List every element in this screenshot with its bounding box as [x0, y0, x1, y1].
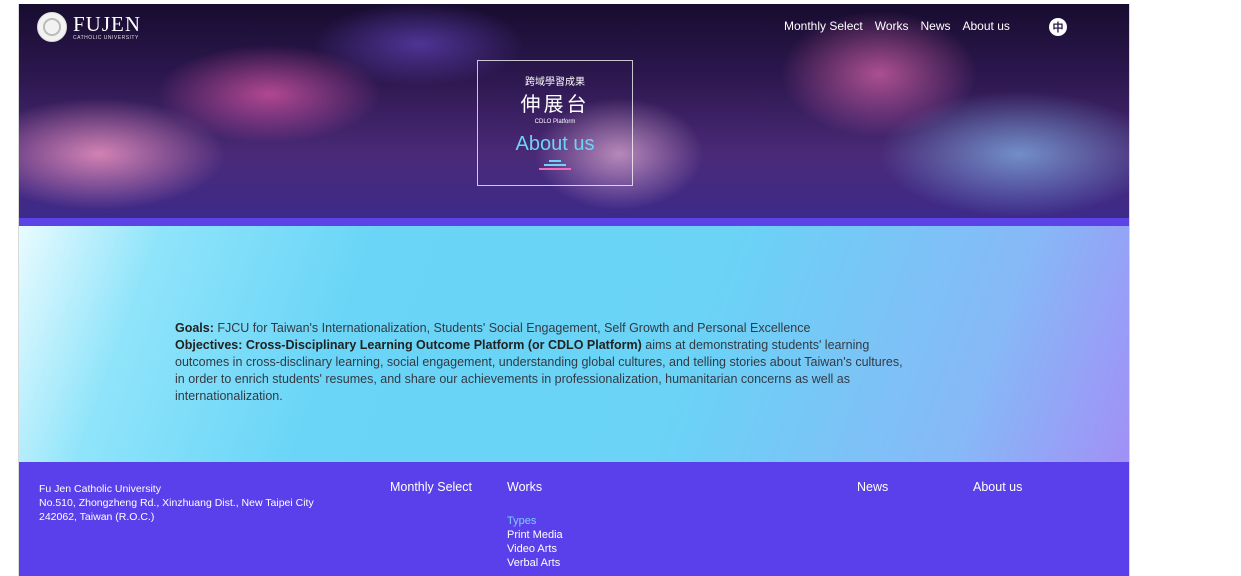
address-line-2: No.510, Zhongzheng Rd., Xinzhuang Dist.,…	[39, 497, 314, 509]
footer: Fu Jen Catholic University No.510, Zhong…	[19, 462, 1129, 576]
objectives-label: Objectives: Cross-Disciplinary Learning …	[175, 338, 642, 352]
footer-monthly-select[interactable]: Monthly Select	[390, 480, 472, 494]
footer-news[interactable]: News	[857, 480, 888, 494]
about-section: Goals: FJCU for Taiwan's Internationaliz…	[19, 226, 1129, 462]
footer-address: Fu Jen Catholic University No.510, Zhong…	[39, 482, 314, 524]
works-category-types[interactable]: Types	[507, 514, 563, 528]
nav-monthly-select[interactable]: Monthly Select	[784, 19, 863, 33]
nav-about-us[interactable]: About us	[963, 19, 1010, 33]
nav-works[interactable]: Works	[875, 19, 909, 33]
main-nav: Monthly Select Works News About us	[784, 19, 1010, 33]
title-big: 伸展台	[520, 92, 590, 116]
nav-news[interactable]: News	[920, 19, 950, 33]
footer-works-list: Types Print Media Video Arts Verbal Arts	[507, 514, 563, 570]
goals-text: FJCU for Taiwan's Internationalization, …	[213, 321, 811, 335]
title-small: 跨域學習成果	[525, 77, 585, 88]
fujen-logo[interactable]: FUJEN CATHOLIC UNIVERSITY	[37, 12, 141, 42]
works-item-verbal-arts[interactable]: Verbal Arts	[507, 556, 563, 570]
hero-divider	[19, 218, 1129, 226]
works-item-video-arts[interactable]: Video Arts	[507, 542, 563, 556]
footer-works[interactable]: Works	[507, 480, 542, 494]
goals-label: Goals:	[175, 321, 214, 335]
about-text: Goals: FJCU for Taiwan's Internationaliz…	[175, 320, 915, 405]
footer-about-us[interactable]: About us	[973, 480, 1022, 494]
university-emblem-icon	[37, 12, 67, 42]
page-frame: FUJEN CATHOLIC UNIVERSITY Monthly Select…	[18, 4, 1130, 576]
language-toggle-button[interactable]: 中	[1049, 18, 1067, 36]
title-english: CDLO Platform	[534, 119, 576, 125]
hero-banner: FUJEN CATHOLIC UNIVERSITY Monthly Select…	[19, 4, 1129, 220]
page-title: About us	[515, 133, 595, 155]
logo-name: FUJEN	[73, 11, 142, 36]
stacked-lines-icon	[536, 160, 574, 170]
address-line-1: Fu Jen Catholic University	[39, 483, 161, 495]
logo-subtitle: CATHOLIC UNIVERSITY	[73, 34, 139, 41]
logo-text: FUJEN CATHOLIC UNIVERSITY	[73, 11, 142, 41]
works-item-print-media[interactable]: Print Media	[507, 528, 563, 542]
address-line-3: 242062, Taiwan (R.O.C.)	[39, 511, 155, 523]
platform-title-box: 跨域學習成果 伸展台 CDLO Platform About us	[477, 60, 633, 186]
